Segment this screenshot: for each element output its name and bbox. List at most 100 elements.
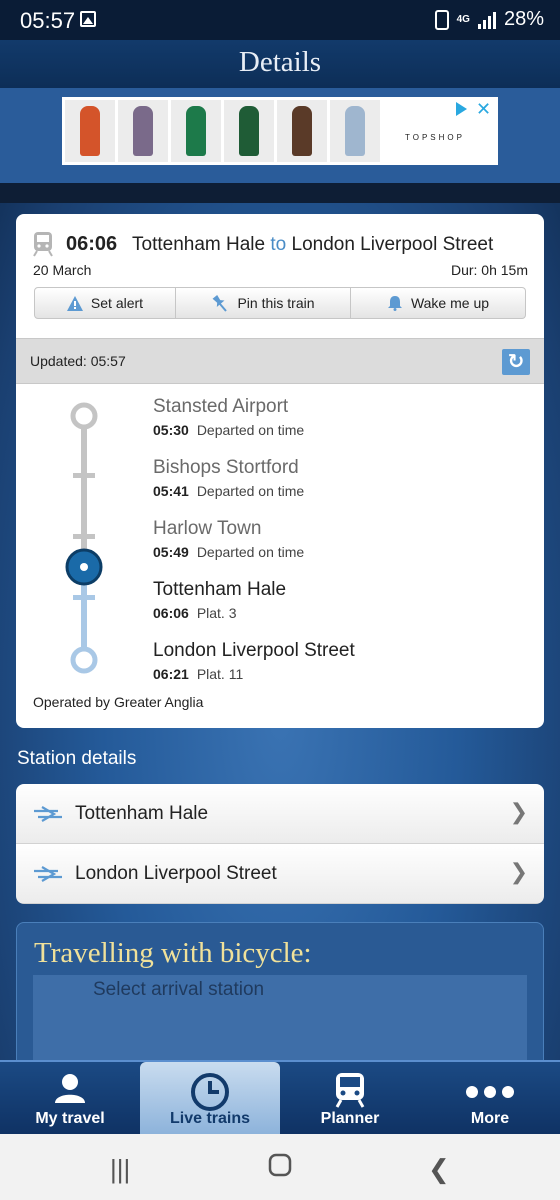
station-item-tottenham-hale[interactable]: Tottenham Hale ❯ [16, 784, 544, 844]
stop-time: 06:06 [153, 605, 189, 621]
person-icon [55, 1074, 85, 1103]
chevron-right-icon: ❯ [509, 799, 528, 824]
stop-name: Bishops Stortford [153, 457, 299, 478]
close-icon[interactable]: ✕ [476, 99, 491, 120]
recent-apps-icon[interactable]: ||| [110, 1154, 130, 1185]
pin-train-button[interactable]: Pin this train [176, 287, 351, 319]
destination-station: London Liverpool Street [291, 234, 494, 255]
app-header: Details [0, 40, 560, 88]
status-time: 05:57 [20, 8, 76, 33]
ad-product-image [277, 100, 327, 162]
stop-info: 05:49 Departed on time [153, 544, 304, 560]
stop-time: 05:30 [153, 422, 189, 438]
tab-planner[interactable]: Planner [280, 1062, 420, 1134]
ad-product-image [171, 100, 221, 162]
arrival-station-placeholder: Select arrival station [93, 979, 265, 1000]
ad-product-image [330, 100, 380, 162]
stop-time: 06:21 [153, 666, 189, 682]
trip-card: 06:06 Tottenham Hale to London Liverpool… [16, 214, 544, 728]
stop-status: Departed on time [196, 483, 305, 499]
stop-info: 05:30 Departed on time [153, 422, 304, 438]
stop-status: Departed on time [196, 544, 305, 560]
tab-label: My travel [35, 1110, 105, 1127]
stop-name: Stansted Airport [153, 396, 289, 417]
main-content: TOPSHOP ✕ 06:06 Tottenham Hale to London… [0, 88, 560, 1133]
set-alert-label: Set alert [90, 295, 144, 311]
train-icon [33, 232, 53, 257]
stop-info: 05:41 Departed on time [153, 483, 304, 499]
stop-time: 05:49 [153, 544, 189, 560]
route-connector: to [270, 234, 287, 255]
stop-status: Departed on time [196, 422, 305, 438]
stop-name: Harlow Town [153, 518, 262, 539]
chevron-right-icon: ❯ [509, 859, 528, 884]
stop-item-current: Tottenham Hale 06:06 Plat. 3 [153, 579, 286, 621]
stop-info: 06:06 Plat. 3 [153, 605, 286, 621]
tab-more[interactable]: More [420, 1062, 560, 1134]
tab-label: Planner [320, 1110, 380, 1127]
ad-product-image [118, 100, 168, 162]
network-type: 4G [456, 13, 470, 25]
stop-platform: Plat. 11 [196, 666, 244, 682]
national-rail-icon [34, 806, 62, 822]
bell-icon [387, 296, 402, 311]
stop-info: 06:21 Plat. 11 [153, 666, 355, 682]
station-name: London Liverpool Street [75, 863, 277, 884]
pin-train-label: Pin this train [237, 295, 315, 311]
image-notification-icon [80, 11, 96, 27]
national-rail-icon [34, 866, 62, 882]
ad-product-image [224, 100, 274, 162]
tab-label: Live trains [169, 1110, 251, 1127]
tab-live-trains[interactable]: Live trains [140, 1062, 280, 1134]
stop-time: 05:41 [153, 483, 189, 499]
travel-date: 20 March [33, 262, 92, 278]
ad-product-image [65, 100, 115, 162]
station-name: Tottenham Hale [75, 803, 209, 824]
bicycle-title: Travelling with bicycle: [34, 937, 312, 969]
route-line-icon [65, 402, 103, 674]
operator-text: Operated by Greater Anglia [33, 694, 204, 710]
trip-header: 06:06 Tottenham Hale to London Liverpool… [16, 214, 544, 338]
stop-item: Harlow Town 05:49 Departed on time [153, 518, 304, 560]
ad-band: TOPSHOP ✕ [0, 88, 560, 183]
stop-item: Stansted Airport 05:30 Departed on time [153, 396, 304, 438]
stop-item: London Liverpool Street 06:21 Plat. 11 [153, 640, 355, 682]
divider [0, 183, 560, 203]
stops-timeline: Stansted Airport 05:30 Departed on time B… [16, 384, 544, 728]
system-navigation-bar: ||| ❮ [0, 1134, 560, 1200]
status-bar: 05:57 4G 28% [0, 0, 560, 40]
set-alert-button[interactable]: Set alert [34, 287, 176, 319]
clock-icon [191, 1073, 229, 1111]
battery-saver-icon [434, 9, 449, 30]
pin-icon [213, 294, 228, 312]
train-icon [335, 1073, 365, 1108]
refresh-icon[interactable]: ↻ [502, 349, 530, 375]
updated-time: Updated: 05:57 [30, 353, 126, 369]
route: Tottenham Hale to London Liverpool Stree… [132, 234, 493, 256]
adchoices-icon[interactable] [456, 102, 467, 116]
ad-brand: TOPSHOP [405, 133, 465, 142]
stop-name: Tottenham Hale [153, 579, 287, 600]
station-details-heading: Station details [17, 748, 137, 769]
home-icon[interactable] [267, 1152, 293, 1185]
action-buttons: Set alert Pin this train Wake me up [34, 287, 526, 319]
stop-name: London Liverpool Street [153, 640, 355, 661]
back-icon[interactable]: ❮ [428, 1154, 450, 1185]
update-bar: Updated: 05:57 ↻ [16, 338, 544, 384]
stop-item: Bishops Stortford 05:41 Departed on time [153, 457, 304, 499]
battery-level: 28% [503, 8, 544, 30]
departure-time: 06:06 [66, 233, 118, 255]
page-title: Details [238, 46, 322, 78]
signal-icon [477, 11, 496, 29]
advertisement-banner[interactable]: TOPSHOP ✕ [62, 97, 498, 165]
origin-station: Tottenham Hale [132, 234, 266, 255]
wake-me-up-label: Wake me up [410, 295, 490, 311]
more-dots-icon [466, 1086, 514, 1098]
stop-platform: Plat. 3 [196, 605, 237, 621]
station-item-london-liverpool-street[interactable]: London Liverpool Street ❯ [16, 844, 544, 904]
tab-my-travel[interactable]: My travel [0, 1062, 140, 1134]
wake-me-up-button[interactable]: Wake me up [351, 287, 526, 319]
journey-duration: Dur: 0h 15m [450, 262, 528, 278]
warning-icon [66, 295, 83, 311]
station-details-list: Tottenham Hale ❯ London Liverpool Street… [16, 784, 544, 904]
